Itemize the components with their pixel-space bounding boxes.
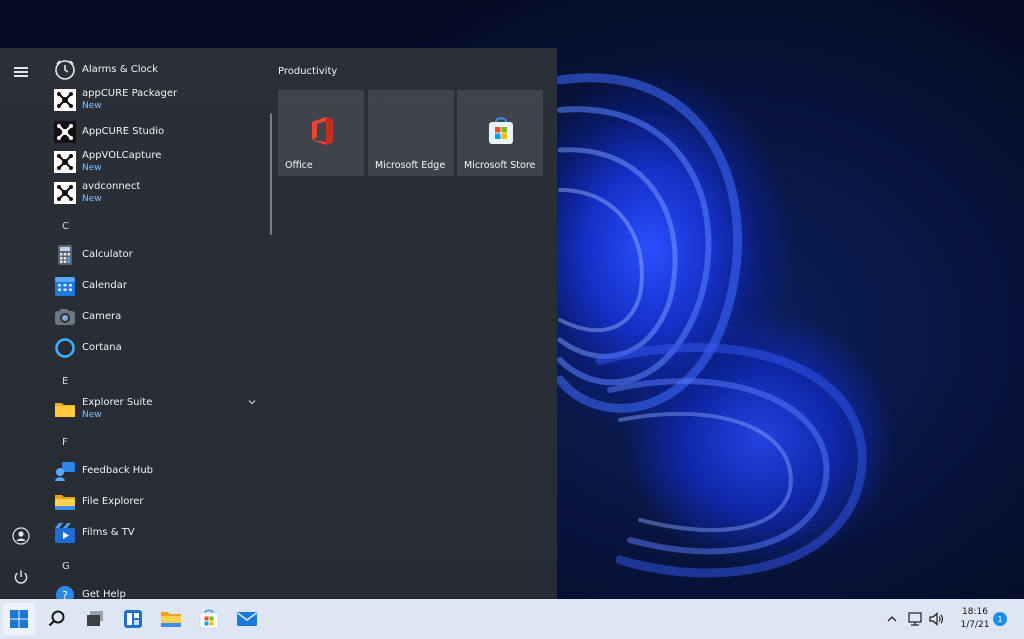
letter-header-f[interactable]: F	[62, 437, 68, 448]
app-item-alarms-clock[interactable]: Alarms & Clock	[50, 55, 265, 85]
store-taskbar-button[interactable]	[193, 603, 225, 635]
app-item-get-help[interactable]: ? Get Help	[50, 580, 265, 599]
feedback-hub-icon	[54, 460, 76, 482]
chevron-down-icon[interactable]	[246, 396, 258, 408]
app-item-cortana[interactable]: Cortana	[50, 333, 265, 363]
store-icon	[199, 609, 219, 629]
file-explorer-taskbar-button[interactable]	[155, 603, 187, 635]
volume-button[interactable]	[927, 610, 945, 628]
app-name: Cortana	[82, 342, 122, 353]
file-explorer-icon	[54, 491, 76, 513]
appcure-icon	[54, 182, 76, 204]
search-button[interactable]	[41, 603, 73, 635]
user-icon	[12, 527, 30, 545]
file-explorer-icon	[161, 612, 181, 627]
network-button[interactable]	[906, 610, 924, 628]
new-badge: New	[82, 163, 102, 173]
power-icon	[14, 570, 28, 584]
app-item-camera[interactable]: Camera	[50, 302, 265, 332]
tile-microsoft-store[interactable]: Microsoft Store	[457, 90, 543, 176]
app-item-appcure-studio[interactable]: AppCURE Studio	[50, 117, 265, 147]
widgets-button[interactable]	[117, 603, 149, 635]
mail-taskbar-button[interactable]	[231, 603, 263, 635]
start-button[interactable]	[3, 603, 35, 635]
new-badge: New	[82, 410, 102, 420]
clock-date: 1/7/21	[960, 620, 990, 630]
app-item-explorer-suite[interactable]: Explorer Suite New	[50, 394, 265, 424]
tile-label: Microsoft Store	[464, 160, 536, 171]
app-name: Calculator	[82, 249, 133, 260]
app-name: Films & TV	[82, 527, 135, 538]
cortana-icon	[54, 337, 76, 359]
app-item-avdconnect[interactable]: avdconnect New	[50, 178, 265, 208]
app-list-scrollbar[interactable]	[270, 113, 272, 235]
widgets-icon	[124, 610, 142, 628]
app-item-appvolcapture[interactable]: AppVOLCapture New	[50, 147, 265, 177]
chevron-up-icon	[887, 616, 897, 622]
app-name: Explorer Suite	[82, 397, 153, 408]
letter-header-e[interactable]: E	[62, 376, 68, 387]
store-icon	[489, 117, 513, 144]
calendar-icon	[54, 275, 76, 297]
app-item-calculator[interactable]: Calculator	[50, 240, 265, 270]
clock-time: 18:16	[962, 607, 988, 617]
app-name: appCURE Packager	[82, 88, 178, 99]
app-name: Feedback Hub	[82, 465, 154, 476]
taskbar-clock[interactable]: 18:16 1/7/21	[953, 606, 997, 632]
app-name: AppVOLCapture	[82, 150, 162, 161]
hamburger-icon	[14, 65, 28, 80]
show-hidden-icons-button[interactable]	[883, 610, 901, 628]
taskbar: 18:16 1/7/21 1	[0, 599, 1024, 639]
task-view-icon	[87, 611, 103, 626]
tile-group-title[interactable]: Productivity	[278, 66, 337, 77]
tile-group-productivity: Productivity Office Microsoft Edge Micro…	[278, 66, 543, 176]
tile-label: Microsoft Edge	[375, 160, 446, 171]
appcure-icon	[54, 121, 76, 143]
user-account-button[interactable]	[7, 522, 35, 550]
tile-label: Office	[285, 160, 313, 171]
mail-icon	[237, 612, 257, 626]
letter-header-c[interactable]: C	[62, 221, 69, 232]
windows-logo-icon	[10, 610, 28, 628]
appcure-icon	[54, 151, 76, 173]
svg-text:?: ?	[62, 589, 68, 599]
letter-header-g[interactable]: G	[62, 561, 70, 572]
app-name: Camera	[82, 311, 122, 322]
tile-microsoft-edge[interactable]: Microsoft Edge	[368, 90, 454, 176]
search-icon	[48, 610, 65, 627]
tile-office[interactable]: Office	[278, 90, 364, 176]
network-icon	[908, 612, 922, 626]
app-name: File Explorer	[82, 496, 144, 507]
new-badge: New	[82, 101, 102, 111]
notification-badge[interactable]: 1	[993, 612, 1007, 626]
get-help-icon: ?	[54, 584, 76, 599]
speaker-icon	[929, 612, 943, 626]
app-item-feedback-hub[interactable]: Feedback Hub	[50, 456, 265, 486]
office-icon	[312, 117, 333, 145]
all-apps-list: Alarms & Clock appCURE Packager New AppC…	[50, 48, 265, 599]
folder-icon	[54, 398, 76, 420]
app-item-appcure-packager[interactable]: appCURE Packager New	[50, 85, 265, 115]
app-name: AppCURE Studio	[82, 126, 165, 137]
films-tv-icon	[54, 522, 76, 544]
app-name: Calendar	[82, 280, 127, 291]
app-item-films-tv[interactable]: Films & TV	[50, 518, 265, 548]
camera-icon	[54, 306, 76, 328]
app-name: avdconnect	[82, 181, 141, 192]
new-badge: New	[82, 194, 102, 204]
start-rail	[0, 48, 42, 599]
appcure-icon	[54, 89, 76, 111]
calculator-icon	[54, 244, 76, 266]
alarm-clock-icon	[54, 59, 76, 81]
power-button[interactable]	[7, 563, 35, 591]
app-name: Alarms & Clock	[82, 64, 158, 75]
start-menu: Alarms & Clock appCURE Packager New AppC…	[0, 48, 557, 599]
expand-menu-button[interactable]	[7, 58, 35, 86]
app-item-file-explorer[interactable]: File Explorer	[50, 487, 265, 517]
task-view-button[interactable]	[79, 603, 111, 635]
app-item-calendar[interactable]: Calendar	[50, 271, 265, 301]
app-name: Get Help	[82, 589, 126, 599]
